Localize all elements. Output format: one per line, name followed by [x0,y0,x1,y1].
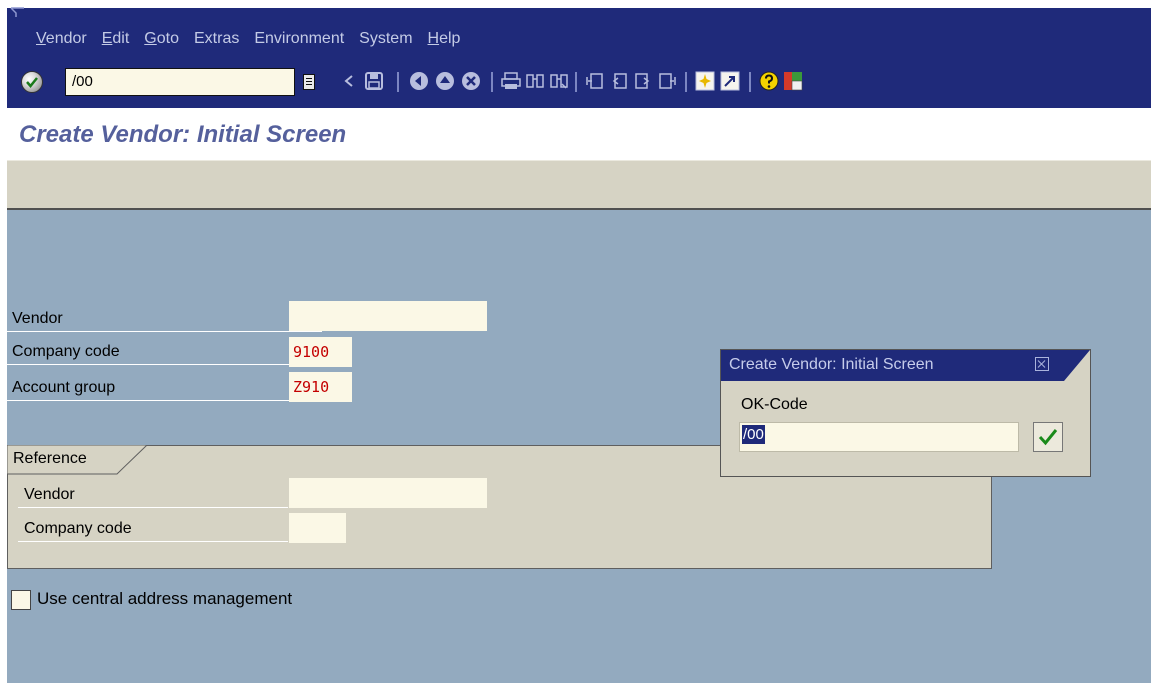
command-field[interactable]: /00 [65,68,295,96]
menu-label: dit [112,30,130,47]
reference-vendor-label: Vendor [18,481,288,508]
company-code-label: Company code [7,338,322,365]
menu-bar: Vendor Edit Goto Extras Environment System Hel… [7,6,1151,58]
reference-tab-label: Reference [13,450,87,467]
menu-item-vendor[interactable]: Vendor [36,30,87,48]
find-next-icon[interactable] [549,71,569,91]
layout-icon[interactable] [783,71,803,91]
ok-code-input[interactable]: /00 [739,422,1019,452]
toolbar-separator [685,72,687,92]
menu-mnemonic: G [144,30,157,47]
ok-code-label: OK-Code [741,396,808,413]
exit-icon[interactable] [435,71,455,91]
toolbar-separator [749,72,751,92]
menu-item-goto[interactable]: Goto [144,30,179,48]
vendor-input[interactable] [289,301,487,331]
toolbar-separator [575,72,577,92]
ok-code-value: /00 [742,425,765,444]
application-toolbar [7,160,1151,210]
menu-item-edit[interactable]: Edit [102,30,130,48]
menu-label: elp [439,30,461,47]
menu-mnemonic: V [36,30,46,47]
menu-label: Extras [194,30,240,47]
back-arrow-icon[interactable] [339,71,359,91]
menu-list: Vendor Edit Goto Extras Environment System Hel… [36,30,475,48]
last-page-icon[interactable] [657,71,677,91]
find-icon[interactable] [525,71,545,91]
save-icon[interactable] [364,71,384,91]
back-icon[interactable] [409,71,429,91]
reference-company-code-input[interactable] [289,513,346,543]
previous-page-icon[interactable] [609,71,629,91]
cancel-icon[interactable] [461,71,481,91]
toolbar-separator [397,72,399,92]
help-icon[interactable] [759,71,779,91]
next-page-icon[interactable] [633,71,653,91]
ok-code-dialog: Create Vendor: Initial Screen OK-Code /0… [720,349,1091,477]
command-history-icon[interactable] [303,74,315,90]
close-icon[interactable] [1035,357,1049,371]
menu-item-extras[interactable]: Extras [194,30,239,48]
menu-label: System [359,30,413,47]
reference-vendor-input[interactable] [289,478,487,508]
title-area: Create Vendor: Initial Screen [7,108,1151,160]
account-group-label: Account group [7,374,322,401]
menu-item-environment[interactable]: Environment [254,30,344,48]
menu-label: endor [45,30,87,47]
central-address-label: Use central address management [37,589,293,608]
company-code-input[interactable]: 9100 [289,337,352,367]
standard-toolbar: /00 [7,58,1151,108]
confirm-button[interactable] [1033,422,1063,452]
menu-label: oto [156,30,179,47]
print-icon[interactable] [501,71,521,91]
checkmark-icon [1038,429,1058,446]
reference-company-code-label: Company code [18,515,288,542]
create-session-icon[interactable] [695,71,715,91]
menu-mnemonic: H [427,30,440,47]
enter-icon[interactable] [21,71,43,93]
toolbar-separator [491,72,493,92]
menu-item-help[interactable]: Help [428,30,461,48]
central-address-checkbox[interactable] [11,590,31,610]
menu-label: Environment [254,30,345,47]
account-group-input[interactable]: Z910 [289,372,352,402]
page-title: Create Vendor: Initial Screen [19,121,347,148]
shortcut-icon[interactable] [720,71,740,91]
menu-mnemonic: E [101,30,113,47]
vendor-label: Vendor [7,305,322,332]
first-page-icon[interactable] [585,71,605,91]
system-menu-icon[interactable] [10,6,26,18]
dialog-title: Create Vendor: Initial Screen [729,356,934,373]
menu-item-system[interactable]: System [359,30,412,48]
